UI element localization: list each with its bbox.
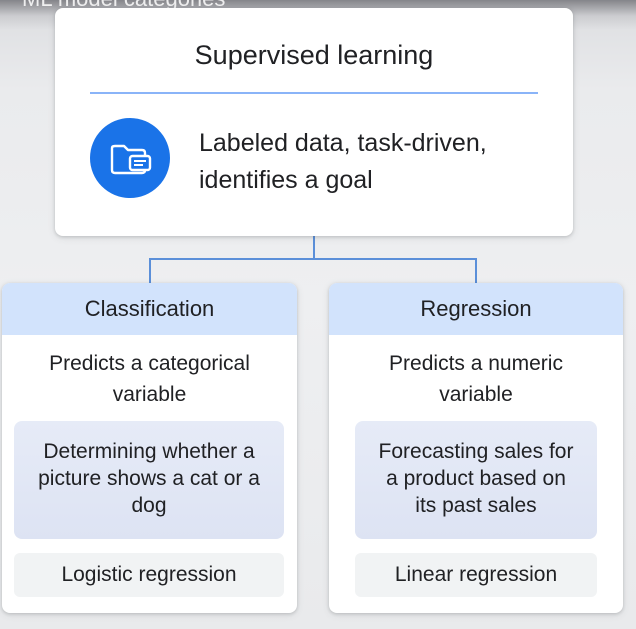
regression-definition: Predicts a numeric variable [329,348,623,410]
folder-icon [90,118,170,198]
regression-definition-line-2: variable [439,383,513,406]
supervised-learning-card: Supervised learning Labeled data, task-d… [55,8,573,236]
classification-definition-line-2: variable [112,383,187,406]
classification-example-line-1: Determining whether a [43,440,255,463]
root-description-line-1: Labeled data, task-driven, [199,129,487,157]
root-title: Supervised learning [194,40,434,70]
classification-card: Classification Predicts a categorical va… [2,283,297,613]
classification-example-line-3: dog [131,494,167,517]
regression-example: Forecasting sales for a product based on… [355,421,597,539]
title-divider [90,92,538,94]
regression-example-line-1: Forecasting sales for [378,440,574,463]
regression-example-line-2: a product based on [386,467,566,490]
regression-header: Regression [329,283,623,335]
root-description: Labeled data, task-driven, identifies a … [199,125,559,199]
classification-definition-line-1: Predicts a categorical [49,352,250,375]
classification-algorithm: Logistic regression [14,553,284,597]
regression-definition-line-1: Predicts a numeric [389,352,563,375]
classification-example-line-2: picture shows a cat or a [38,467,260,490]
root-description-line-2: identifies a goal [199,166,373,194]
regression-card: Regression Predicts a numeric variable F… [329,283,623,613]
regression-example-line-3: its past sales [415,494,537,517]
regression-algorithm: Linear regression [355,553,597,597]
classification-example: Determining whether a picture shows a ca… [14,421,284,539]
classification-header: Classification [2,283,297,335]
classification-definition: Predicts a categorical variable [2,348,297,410]
